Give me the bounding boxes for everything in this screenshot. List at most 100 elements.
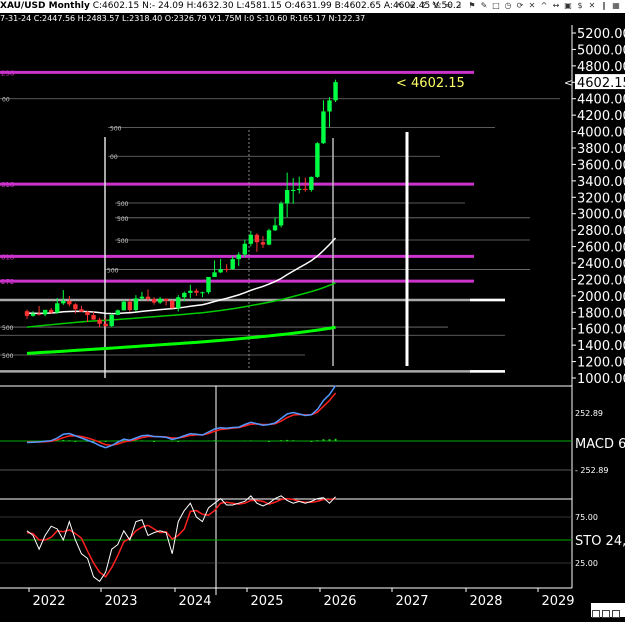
candle-body	[200, 292, 204, 293]
fib-level-label: 500	[117, 201, 129, 208]
macd-histogram-bar	[62, 440, 64, 441]
last-price-value: 4602.15	[577, 76, 625, 91]
chart-canvas[interactable]: 5200.005000.004800.004600.004400.004200.…	[0, 0, 625, 617]
candle-body	[237, 255, 241, 260]
stoch-d-line	[27, 499, 336, 577]
stoch-tick-label: 25.00	[575, 559, 598, 568]
candle-body	[188, 291, 192, 293]
candle-body	[285, 190, 289, 203]
candle-body	[43, 310, 47, 315]
macd-histogram-bar	[268, 441, 270, 442]
y-tick-label: 5200.00	[577, 27, 625, 42]
fib-level-label: 500	[117, 216, 129, 223]
candle-body	[128, 302, 132, 310]
y-tick-label: 1600.00	[577, 323, 625, 338]
candle-body	[243, 244, 247, 255]
y-tick-label: 1400.00	[577, 339, 625, 354]
y-tick-label: 3800.00	[577, 142, 625, 157]
candle-body	[224, 269, 228, 270]
fib-level-label: 500	[107, 268, 119, 275]
candle-body	[97, 320, 101, 324]
candle-body	[309, 177, 313, 190]
fib-level-label: 00	[2, 97, 10, 104]
macd-histogram-bar	[292, 440, 294, 441]
candle-body	[249, 235, 253, 244]
key-level-label: 618	[1, 253, 14, 261]
x-tick-label: 2024	[178, 594, 211, 609]
macd-histogram-bar	[177, 441, 179, 442]
x-tick-label: 2025	[250, 594, 283, 609]
stoch-label: STO 24,	[575, 534, 625, 549]
candle-body	[116, 310, 120, 315]
moving-average-line	[27, 327, 336, 353]
candle-body	[103, 324, 107, 326]
candle-body	[164, 299, 168, 301]
fib-level-label: 500	[2, 353, 14, 360]
candle-body	[85, 312, 89, 315]
macd-histogram-bar	[141, 440, 143, 441]
candle-body	[49, 310, 53, 313]
macd-histogram-bar	[74, 441, 76, 442]
candle-body	[170, 301, 174, 308]
candle-body	[25, 311, 29, 316]
fib-level-label: 00	[110, 154, 118, 161]
candle-body	[333, 82, 337, 100]
y-tick-label: 2800.00	[577, 224, 625, 239]
candle-body	[158, 299, 162, 303]
fib-level-label: 500	[117, 238, 129, 245]
y-tick-label: 2000.00	[577, 290, 625, 305]
candle-body	[212, 272, 216, 277]
candle-body	[67, 301, 71, 304]
key-level-label: 272	[1, 278, 14, 286]
candle-body	[182, 293, 186, 297]
candle-body	[231, 259, 235, 269]
y-tick-label: 2400.00	[577, 257, 625, 272]
y-tick-label: 3200.00	[577, 191, 625, 206]
moving-average-line	[27, 238, 336, 314]
y-tick-label: 3600.00	[577, 158, 625, 173]
x-tick-label: 2023	[104, 594, 137, 609]
candle-body	[261, 242, 265, 244]
y-tick-label: 4200.00	[577, 109, 625, 124]
candle-body	[194, 291, 198, 293]
y-tick-label: 4000.00	[577, 126, 625, 141]
macd-histogram-bar	[329, 439, 331, 441]
x-tick-label: 2022	[32, 594, 65, 609]
candle-body	[31, 314, 35, 316]
y-tick-label: 4800.00	[577, 60, 625, 75]
y-tick-label: 2600.00	[577, 241, 625, 256]
y-tick-label: 5000.00	[577, 43, 625, 58]
y-tick-label: 2200.00	[577, 273, 625, 288]
window-controls[interactable]	[591, 603, 625, 617]
candle-body	[55, 303, 59, 312]
y-tick-label: 3000.00	[577, 208, 625, 223]
candle-body	[73, 304, 77, 309]
macd-histogram-bar	[310, 441, 312, 442]
candle-body	[152, 299, 156, 303]
last-price-arrow: <	[564, 78, 572, 89]
x-tick-label: 2026	[323, 594, 356, 609]
macd-tick-label: 252.89	[575, 409, 603, 418]
candle-body	[267, 230, 271, 244]
candle-body	[327, 100, 331, 111]
candle-body	[273, 225, 277, 230]
candle-body	[122, 302, 126, 311]
y-tick-label: 4400.00	[577, 93, 625, 108]
macd-histogram-bar	[286, 440, 288, 441]
macd-histogram-bar	[316, 440, 318, 441]
y-tick-label: 1000.00	[577, 372, 625, 387]
y-tick-label: 1800.00	[577, 306, 625, 321]
key-level-label: 236	[1, 69, 15, 77]
candle-body	[79, 309, 83, 311]
y-tick-label: 1200.00	[577, 356, 625, 371]
candle-body	[291, 190, 295, 191]
macd-histogram-bar	[153, 441, 155, 442]
macd-histogram-bar	[335, 439, 337, 441]
macd-label: MACD 6,	[575, 437, 625, 452]
stoch-k-line	[27, 496, 336, 582]
candle-body	[315, 143, 319, 177]
candle-body	[140, 297, 144, 299]
macd-histogram-bar	[117, 440, 119, 441]
macd-histogram-bar	[68, 440, 70, 441]
fib-level-label: 500	[110, 125, 122, 132]
